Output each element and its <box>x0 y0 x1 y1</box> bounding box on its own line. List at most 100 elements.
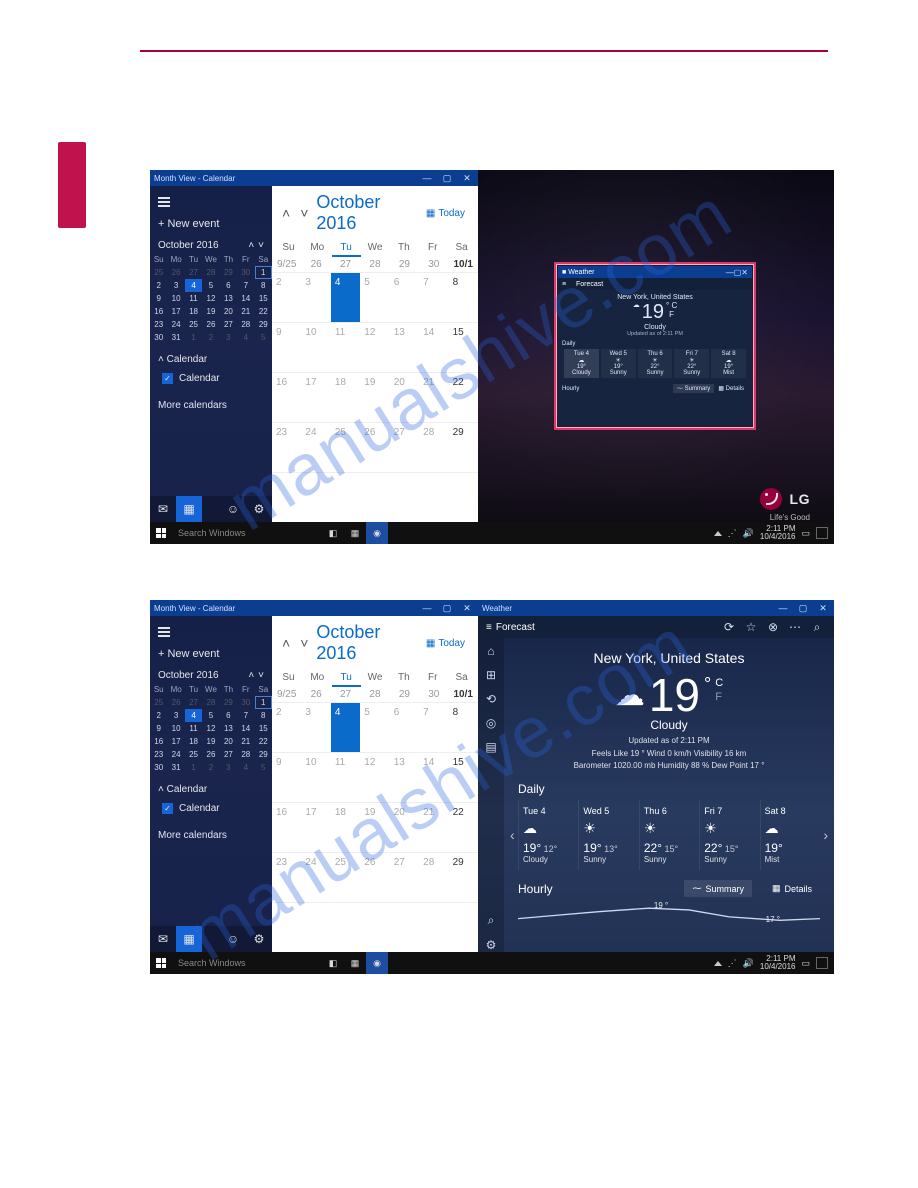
calendar-title: Month View - Calendar <box>154 604 235 613</box>
settings-icon[interactable]: ⚙ <box>246 496 272 522</box>
maximize-button[interactable]: ▢ <box>796 603 810 614</box>
calendar-titlebar[interactable]: Month View - Calendar — ▢ ✕ <box>150 600 478 616</box>
nav-news-icon[interactable]: ▤ <box>485 740 496 754</box>
minimize-button[interactable]: — <box>420 603 434 614</box>
new-event-button[interactable]: + New event <box>150 642 272 666</box>
mini-month-grid[interactable]: SuMoTuWeThFrSa 2526272829301 2345678 910… <box>150 683 272 774</box>
tray-volume-icon[interactable]: 🔊 <box>743 528 754 539</box>
details-button[interactable]: ▦ Details <box>764 880 820 897</box>
cloud-icon: ☁ <box>615 678 645 713</box>
lg-logo: LG <box>760 488 810 510</box>
checkbox-icon: ✓ <box>162 373 173 384</box>
nav-search-icon[interactable]: ⌕ <box>488 913 495 928</box>
start-button[interactable] <box>150 522 172 544</box>
weather-condition: Cloudy <box>518 718 820 732</box>
maximize-button[interactable]: ▢ <box>440 173 454 184</box>
tray-overflow-icon[interactable] <box>714 531 722 536</box>
calendar-title: Month View - Calendar <box>154 174 235 183</box>
taskbar-weather-icon[interactable]: ◉ <box>366 522 388 544</box>
new-event-button[interactable]: + New event <box>150 212 272 236</box>
calendar-sidebar: + New event October 2016 ˄ ˅ SuMoTuWeThF… <box>150 186 272 522</box>
calendar-window: Month View - Calendar — ▢ ✕ + New event … <box>150 170 478 522</box>
daily-prev-icon[interactable]: ‹ <box>510 827 515 843</box>
settings-icon[interactable]: ⚙ <box>246 926 272 952</box>
mini-month-grid[interactable]: SuMoTuWeThFrSa 2526272829301 2345678 910… <box>150 253 272 344</box>
screenshot-snap-preview: LG Life's Good Month View - Calendar — ▢… <box>150 170 834 544</box>
mini-prev-icon[interactable]: ˄ <box>248 240 254 251</box>
calendar-main: ˄ ˅ October 2016 ▦ Today SuMoTuWeThFrSa … <box>272 186 478 522</box>
calendar-icon[interactable]: ▦ <box>176 496 202 522</box>
hamburger-button[interactable] <box>150 186 272 212</box>
taskbar-search[interactable]: Search Windows <box>172 958 322 968</box>
tray-network-icon[interactable]: ⋰ <box>728 958 737 969</box>
show-desktop-button[interactable] <box>816 957 828 969</box>
calendar-window: Month View - Calendar —▢✕ + New event Oc… <box>150 600 478 952</box>
summary-button[interactable]: ⁓ Summary <box>684 880 752 897</box>
nav-maps-icon[interactable]: ⊞ <box>486 668 496 682</box>
nav-home-icon[interactable]: ⌂ <box>487 644 494 658</box>
daily-label: Daily <box>518 782 820 796</box>
tray-notification-icon[interactable]: ▭ <box>801 958 810 969</box>
nav-settings-icon[interactable]: ⚙ <box>486 938 497 952</box>
nav-history-icon[interactable]: ⟲ <box>486 692 496 706</box>
minimize-button[interactable]: — <box>776 603 790 614</box>
more-calendars[interactable]: More calendars <box>150 388 272 417</box>
hamburger-button[interactable] <box>150 616 272 642</box>
tray-volume-icon[interactable]: 🔊 <box>743 958 754 969</box>
daily-forecast-row: ‹ Tue 4☁ 19° 12° Cloudy Wed 5☀ 19° 13° S… <box>518 800 820 870</box>
start-button[interactable] <box>150 952 172 974</box>
prev-week-icon[interactable]: ˄ <box>280 205 292 221</box>
taskbar-search[interactable]: Search Windows <box>172 528 322 538</box>
mini-next-icon[interactable]: ˅ <box>258 240 264 251</box>
feedback-icon[interactable]: ☺ <box>220 926 246 952</box>
more-icon[interactable]: ⋯ <box>786 620 804 634</box>
pin-icon[interactable]: ⊗ <box>764 620 782 634</box>
close-button[interactable]: ✕ <box>460 173 474 184</box>
today-button[interactable]: ▦ Today <box>421 205 470 222</box>
daily-card[interactable]: Thu 6☀ 22° 15° Sunny <box>639 800 699 870</box>
weather-meta: Feels Like 19 ° Wind 0 km/h Visibility 1… <box>518 748 820 772</box>
tray-notification-icon[interactable]: ▭ <box>801 528 810 539</box>
screenshot-snapped: Month View - Calendar —▢✕ + New event Oc… <box>150 600 834 974</box>
hamburger-icon[interactable]: ≡ <box>486 622 492 633</box>
taskbar-weather-icon[interactable]: ◉ <box>366 952 388 974</box>
calendar-checkbox-row[interactable]: ✓ Calendar <box>150 369 272 388</box>
daily-next-icon[interactable]: › <box>823 827 828 843</box>
taskbar-calendar-icon[interactable]: ▦ <box>344 522 366 544</box>
refresh-icon[interactable]: ⟳ <box>720 620 738 634</box>
feedback-icon[interactable]: ☺ <box>220 496 246 522</box>
taskbar-clock[interactable]: 2:11 PM10/4/2016 <box>760 955 796 972</box>
search-icon[interactable]: ⌕ <box>808 620 826 635</box>
daily-card[interactable]: Fri 7☀ 22° 15° Sunny <box>699 800 759 870</box>
daily-card[interactable]: Sat 8☁ 19° Mist <box>760 800 820 870</box>
daily-card[interactable]: Tue 4☁ 19° 12° Cloudy <box>518 800 578 870</box>
taskbar-calendar-icon[interactable]: ▦ <box>344 952 366 974</box>
mini-month-title: October 2016 <box>158 240 219 251</box>
mail-icon[interactable]: ✉ <box>150 926 176 952</box>
show-desktop-button[interactable] <box>816 527 828 539</box>
tray-network-icon[interactable]: ⋰ <box>728 528 737 539</box>
weather-window: Weather —▢✕ ≡ Forecast ⟳ ☆ ⊗ ⋯ ⌕ ⌂ ⊞ ⟲ ◎… <box>478 600 834 952</box>
snap-preview-highlight[interactable]: ■ Weather —▢✕ ≡ Forecast New York, Unite… <box>554 262 756 430</box>
nav-places-icon[interactable]: ◎ <box>486 716 496 730</box>
daily-card[interactable]: Wed 5☀ 19° 13° Sunny <box>578 800 638 870</box>
calendar-titlebar[interactable]: Month View - Calendar — ▢ ✕ <box>150 170 478 186</box>
favorite-icon[interactable]: ☆ <box>742 620 760 634</box>
close-button[interactable]: ✕ <box>816 603 830 614</box>
lg-logo-sub: Life's Good <box>770 513 810 522</box>
forecast-label: Forecast <box>496 622 535 633</box>
task-view-icon[interactable]: ◧ <box>322 522 344 544</box>
calendar-icon[interactable]: ▦ <box>176 926 202 952</box>
hourly-label: Hourly <box>518 882 553 896</box>
tray-overflow-icon[interactable] <box>714 961 722 966</box>
task-view-icon[interactable]: ◧ <box>322 952 344 974</box>
next-week-icon[interactable]: ˅ <box>298 205 310 221</box>
minimize-button[interactable]: — <box>420 173 434 184</box>
calendar-grid[interactable]: 2345678 9101112131415 16171819202122 232… <box>272 272 478 522</box>
close-button[interactable]: ✕ <box>460 603 474 614</box>
maximize-button[interactable]: ▢ <box>440 603 454 614</box>
taskbar-clock[interactable]: 2:11 PM10/4/2016 <box>760 525 796 542</box>
taskbar: Search Windows ◧ ▦ ◉ ⋰ 🔊 2:11 PM10/4/201… <box>150 952 834 974</box>
weather-titlebar[interactable]: Weather —▢✕ <box>478 600 834 616</box>
mail-icon[interactable]: ✉ <box>150 496 176 522</box>
